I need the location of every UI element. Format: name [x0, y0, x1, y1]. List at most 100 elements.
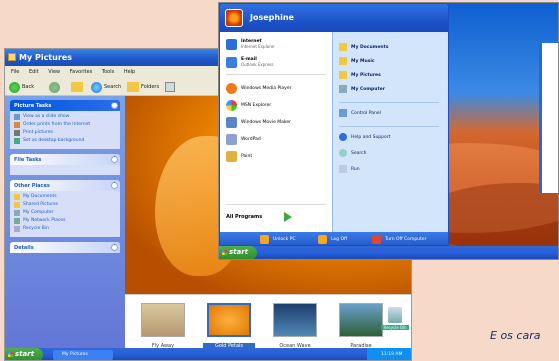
article-caption: E os cara: [490, 329, 541, 342]
program-msn-explorer[interactable]: MSN Explorer: [226, 99, 271, 111]
file-tasks-list: [10, 165, 120, 175]
search-icon: [339, 149, 347, 157]
place-network[interactable]: My Network Places: [14, 218, 116, 224]
taskbar: start: [219, 246, 558, 259]
places-column: My Documents My Music My Pictures My Com…: [332, 32, 448, 232]
picture-tasks-title: Picture Tasks: [14, 103, 52, 109]
back-button[interactable]: Back: [9, 81, 34, 93]
task-slideshow[interactable]: View as a slide show: [14, 114, 116, 120]
program-label: Paint: [241, 153, 253, 159]
place-my-documents[interactable]: My Documents: [14, 194, 116, 200]
user-avatar[interactable]: [225, 9, 243, 27]
search-icon: [91, 81, 102, 93]
msn-butterfly-icon: [226, 99, 237, 111]
taskbar: start My Pictures 11:19 AM: [5, 348, 411, 360]
place-my-music[interactable]: My Music: [339, 56, 375, 66]
place-label: Help and Support: [351, 134, 391, 140]
menu-tools[interactable]: Tools: [102, 69, 114, 75]
unlock-pc-button[interactable]: Unlock PC: [260, 235, 296, 244]
start-button[interactable]: start: [5, 348, 43, 360]
music-folder-icon: [339, 57, 347, 65]
program-label: Windows Media Player: [241, 85, 292, 91]
task-order-prints[interactable]: Order prints from the Internet: [14, 122, 116, 128]
program-email[interactable]: E-mail Outlook Express: [226, 56, 273, 68]
menu-favorites[interactable]: Favorites: [70, 69, 93, 75]
turn-off-button[interactable]: Turn Off Computer: [372, 235, 426, 244]
start-button[interactable]: start: [219, 246, 257, 259]
program-label: Windows Movie Maker: [241, 119, 291, 125]
thumbnail-paradise[interactable]: [339, 303, 383, 337]
menu-edit[interactable]: Edit: [29, 69, 39, 75]
recycle-bin-icon[interactable]: [388, 307, 402, 323]
clock: 11:19 AM: [381, 352, 403, 357]
picture-tasks-header[interactable]: Picture Tasks ˄: [10, 100, 120, 111]
file-tasks-header[interactable]: File Tasks ˄: [10, 154, 120, 165]
forward-arrow-icon: [49, 81, 60, 93]
place-help-support[interactable]: Help and Support: [339, 132, 390, 142]
place-shared-pictures[interactable]: Shared Pictures: [14, 202, 116, 208]
place-run[interactable]: Run: [339, 164, 360, 174]
menu-view[interactable]: View: [48, 69, 60, 75]
picture-tasks-list: View as a slide show Order prints from t…: [10, 111, 120, 149]
task-label: Set as desktop background: [23, 138, 85, 143]
thumbnail-gold-petals[interactable]: [207, 303, 251, 337]
power-icon: [372, 235, 381, 244]
search-label: Search: [104, 84, 122, 90]
chevron-up-icon[interactable]: ˄: [111, 182, 118, 189]
program-wordpad[interactable]: WordPad: [226, 133, 261, 145]
place-my-computer[interactable]: My Computer: [14, 210, 116, 216]
place-my-documents[interactable]: My Documents: [339, 42, 388, 52]
program-internet[interactable]: Internet Internet Explorer: [226, 38, 275, 50]
folders-button[interactable]: Folders: [127, 81, 159, 93]
log-off-icon: [318, 235, 327, 244]
place-recycle-bin[interactable]: Recycle Bin: [14, 226, 116, 232]
menu-help[interactable]: Help: [124, 69, 135, 75]
search-button[interactable]: Search: [91, 81, 121, 93]
place-label: Recycle Bin: [23, 226, 49, 231]
taskbar-item-my-pictures[interactable]: My Pictures: [53, 350, 113, 360]
footer-label: Unlock PC: [273, 237, 296, 242]
views-button[interactable]: [165, 81, 175, 93]
back-arrow-icon: [9, 81, 20, 93]
start-label: start: [229, 248, 249, 256]
program-movie-maker[interactable]: Windows Movie Maker: [226, 116, 291, 128]
details-header[interactable]: Details ˄: [10, 242, 120, 253]
forward-button[interactable]: [49, 81, 60, 93]
task-set-background[interactable]: Set as desktop background: [14, 138, 116, 144]
separator: [226, 204, 326, 205]
place-search[interactable]: Search: [339, 148, 366, 158]
slideshow-icon: [14, 114, 20, 120]
chevron-up-icon[interactable]: ˄: [111, 156, 118, 163]
menu-file[interactable]: File: [11, 69, 19, 75]
place-label: Control Panel: [351, 110, 381, 116]
background-window-edge: [539, 43, 558, 193]
lock-icon: [260, 235, 269, 244]
place-label: My Network Places: [23, 218, 66, 223]
chevron-up-icon[interactable]: ˄: [111, 244, 118, 251]
network-icon: [14, 218, 20, 224]
outlook-express-icon: [226, 56, 237, 68]
printer-icon: [14, 130, 20, 136]
thumbnail-ocean-wave[interactable]: [273, 303, 317, 337]
place-label: Shared Pictures: [23, 202, 59, 207]
separator: [226, 74, 326, 75]
program-media-player[interactable]: Windows Media Player: [226, 82, 291, 94]
windows-flag-icon: [222, 250, 227, 255]
place-label: My Music: [351, 58, 375, 64]
all-programs-button[interactable]: All Programs: [226, 212, 293, 222]
place-control-panel[interactable]: Control Panel: [339, 108, 381, 118]
up-folder-button[interactable]: [71, 81, 83, 93]
place-label: My Documents: [351, 44, 389, 50]
task-print[interactable]: Print pictures: [14, 130, 116, 136]
other-places-header[interactable]: Other Places ˄: [10, 180, 120, 191]
system-tray: 11:19 AM: [367, 348, 411, 360]
program-paint[interactable]: Paint: [226, 150, 252, 162]
start-menu-footer: Unlock PC Log Off Turn Off Computer: [220, 232, 448, 245]
log-off-button[interactable]: Log Off: [318, 235, 347, 244]
place-my-pictures[interactable]: My Pictures: [339, 70, 381, 80]
chevron-up-icon[interactable]: ˄: [111, 102, 118, 109]
place-my-computer[interactable]: My Computer: [339, 84, 385, 94]
thumbnail-fly-away[interactable]: [141, 303, 185, 337]
start-menu-screen: Josephine Internet Internet Explorer E-ma…: [218, 2, 559, 260]
separator: [339, 102, 439, 103]
